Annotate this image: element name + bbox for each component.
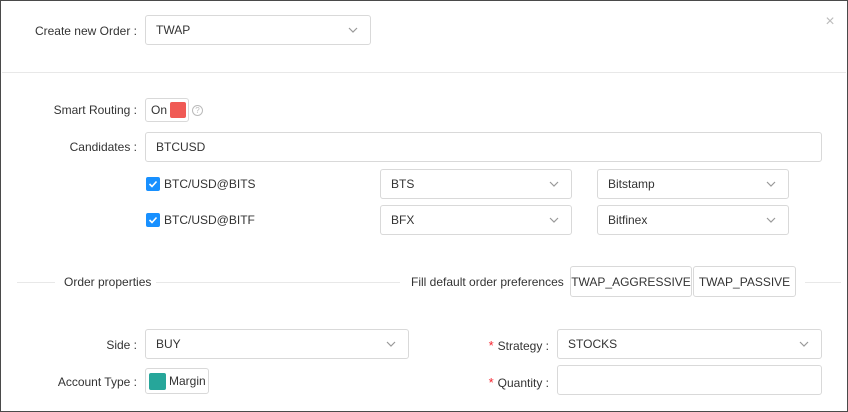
strategy-value: STOCKS: [568, 337, 618, 351]
chevron-down-icon: [549, 181, 559, 187]
required-mark: *: [488, 375, 494, 390]
order-type-select[interactable]: TWAP: [145, 15, 371, 45]
candidate-checkbox-bitf[interactable]: [146, 213, 160, 227]
account-type-value: Margin: [169, 374, 206, 388]
code-select-bitf[interactable]: BFX: [380, 205, 572, 235]
create-order-label: Create new Order :: [34, 24, 137, 38]
side-select[interactable]: BUY: [145, 329, 409, 359]
section-line-right: [805, 282, 841, 283]
twap-passive-button[interactable]: TWAP_PASSIVE: [693, 266, 796, 297]
smart-routing-toggle[interactable]: On: [145, 98, 189, 122]
section-line-middle: [156, 282, 400, 283]
chevron-down-icon: [799, 341, 809, 347]
candidates-value: BTCUSD: [156, 140, 206, 154]
account-type-toggle[interactable]: Margin: [145, 368, 209, 394]
quantity-input[interactable]: [557, 365, 822, 395]
order-dialog: Create new Order : TWAP × Smart Routing …: [0, 0, 848, 412]
candidates-label: Candidates :: [69, 140, 137, 154]
code-select-bits[interactable]: BTS: [380, 169, 572, 199]
side-value: BUY: [156, 337, 181, 351]
smart-routing-label: Smart Routing :: [53, 103, 137, 117]
strategy-label: Strategy :: [497, 339, 549, 353]
quantity-label: Quantity :: [497, 376, 549, 390]
chevron-down-icon: [766, 217, 776, 223]
side-label: Side :: [106, 338, 137, 352]
header-divider: [2, 72, 846, 73]
close-icon[interactable]: ×: [819, 11, 841, 33]
quantity-label-wrap: * Quantity :: [441, 375, 549, 390]
code-value-bitf: BFX: [391, 213, 415, 227]
help-icon[interactable]: ?: [192, 105, 203, 116]
candidate-label-bits: BTC/USD@BITS: [164, 177, 256, 191]
order-type-value: TWAP: [156, 23, 191, 37]
toggle-text: On: [151, 103, 168, 117]
candidate-checkbox-bits[interactable]: [146, 177, 160, 191]
margin-swatch: [149, 372, 166, 390]
twap-aggressive-button[interactable]: TWAP_AGGRESSIVE: [570, 266, 692, 297]
chevron-down-icon: [766, 181, 776, 187]
strategy-label-wrap: * Strategy :: [441, 338, 549, 353]
section-line-left: [17, 282, 55, 283]
exchange-select-bitf[interactable]: Bitfinex: [597, 205, 789, 235]
check-icon: [148, 180, 158, 188]
candidates-input[interactable]: BTCUSD: [145, 132, 822, 162]
toggle-knob: [170, 102, 187, 118]
code-value-bits: BTS: [391, 177, 415, 191]
chevron-down-icon: [549, 217, 559, 223]
chevron-down-icon: [386, 341, 396, 347]
exchange-value-bits: Bitstamp: [608, 177, 655, 191]
candidate-label-bitf: BTC/USD@BITF: [164, 213, 255, 227]
exchange-value-bitf: Bitfinex: [608, 213, 648, 227]
required-mark: *: [488, 338, 494, 353]
strategy-select[interactable]: STOCKS: [557, 329, 822, 359]
check-icon: [148, 216, 158, 224]
order-properties-heading: Order properties: [64, 275, 152, 289]
account-type-label: Account Type :: [57, 375, 137, 389]
exchange-select-bits[interactable]: Bitstamp: [597, 169, 789, 199]
chevron-down-icon: [348, 27, 358, 33]
fill-defaults-label: Fill default order preferences: [411, 275, 564, 289]
